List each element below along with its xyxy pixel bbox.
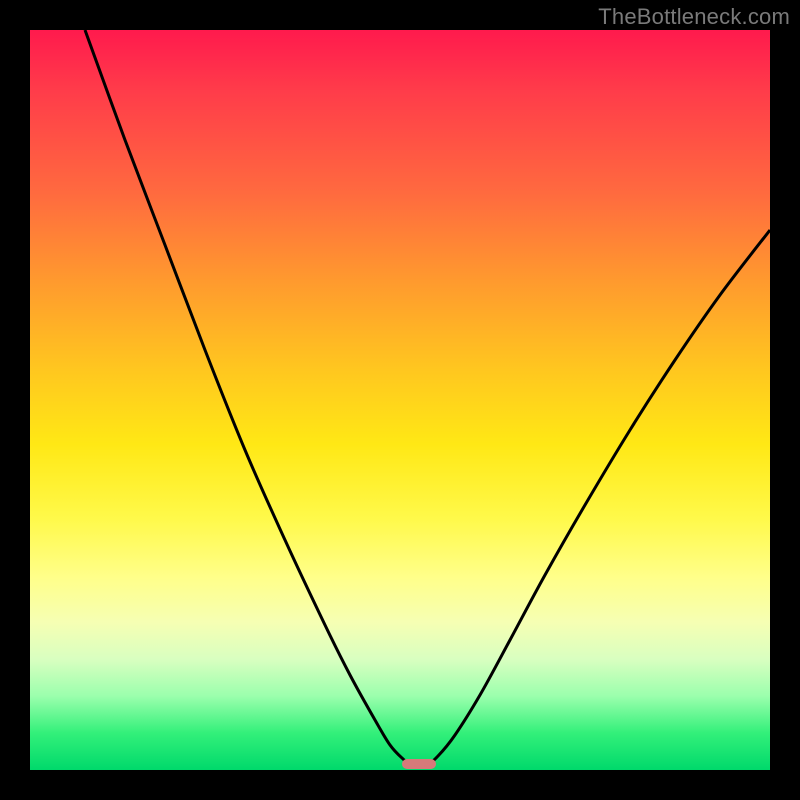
watermark-text: TheBottleneck.com (598, 4, 790, 30)
minimum-marker (402, 759, 436, 769)
bottleneck-curve (85, 30, 770, 764)
outer-frame: TheBottleneck.com (0, 0, 800, 800)
plot-area (30, 30, 770, 770)
curve-svg (30, 30, 770, 770)
